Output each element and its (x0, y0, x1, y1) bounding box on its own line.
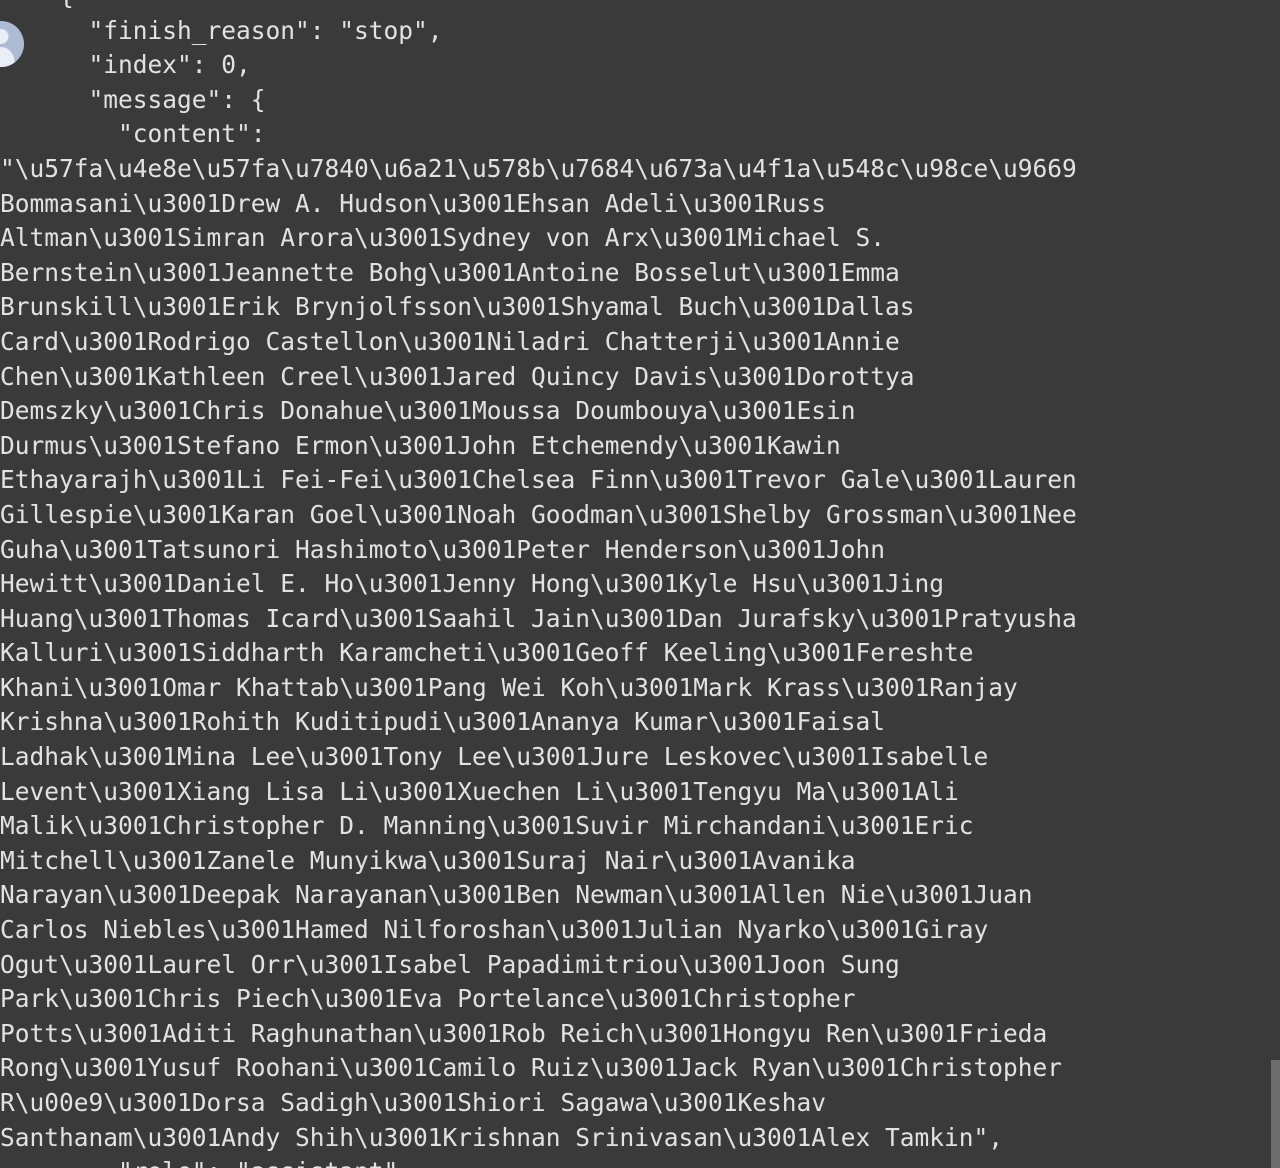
code-line: "index": 0, (0, 50, 251, 80)
code-line: Khani\u3001Omar Khattab\u3001Pang Wei Ko… (0, 672, 1018, 702)
code-line: Krishna\u3001Rohith Kuditipudi\u3001Anan… (0, 707, 886, 737)
code-line: Kalluri\u3001Siddharth Karamcheti\u3001G… (0, 638, 974, 668)
code-line: Park\u3001Chris Piech\u3001Eva Portelanc… (0, 984, 856, 1014)
code-line: Ladhak\u3001Mina Lee\u3001Tony Lee\u3001… (0, 742, 989, 772)
json-output-text: { "finish_reason": "stop", "index": 0, "… (0, 0, 1280, 1168)
code-line: "content": (0, 119, 266, 149)
code-line: Carlos Niebles\u3001Hamed Nilforoshan\u3… (0, 915, 989, 945)
code-line: Guha\u3001Tatsunori Hashimoto\u3001Peter… (0, 534, 886, 564)
code-line: "role": "assistant" (0, 1155, 1280, 1168)
code-line: Narayan\u3001Deepak Narayanan\u3001Ben N… (0, 880, 1033, 910)
code-line: Huang\u3001Thomas Icard\u3001Saahil Jain… (0, 603, 1077, 633)
code-line: Hewitt\u3001Daniel E. Ho\u3001Jenny Hong… (0, 569, 945, 599)
code-line: "finish_reason": "stop", (0, 15, 443, 45)
code-line: R\u00e9\u3001Dorsa Sadigh\u3001Shiori Sa… (0, 1088, 827, 1117)
code-line: Brunskill\u3001Erik Brynjolfsson\u3001Sh… (0, 292, 915, 322)
code-line: "message": { (0, 84, 266, 114)
code-line: Chen\u3001Kathleen Creel\u3001Jared Quin… (0, 361, 915, 391)
code-line: Ethayarajh\u3001Li Fei-Fei\u3001Chelsea … (0, 465, 1077, 495)
avatar-head-icon (0, 29, 9, 44)
code-line: Altman\u3001Simran Arora\u3001Sydney von… (0, 223, 886, 253)
code-line: Ogut\u3001Laurel Orr\u3001Isabel Papadim… (0, 949, 900, 979)
vertical-scrollbar-track[interactable] (1271, 0, 1280, 1168)
code-line: "\u57fa\u4e8e\u57fa\u7840\u6a21\u578b\u7… (0, 153, 1077, 183)
code-line: { (0, 0, 1280, 14)
code-line: Levent\u3001Xiang Lisa Li\u3001Xuechen L… (0, 776, 959, 806)
code-line: Rong\u3001Yusuf Roohani\u3001Camilo Ruiz… (0, 1053, 1063, 1083)
console-viewport: { "finish_reason": "stop", "index": 0, "… (0, 0, 1280, 1168)
code-line: Bommasani\u3001Drew A. Hudson\u3001Ehsan… (0, 188, 827, 218)
code-line: Gillespie\u3001Karan Goel\u3001Noah Good… (0, 499, 1077, 529)
code-line: Demszky\u3001Chris Donahue\u3001Moussa D… (0, 396, 856, 426)
code-line: Bernstein\u3001Jeannette Bohg\u3001Antoi… (0, 257, 900, 287)
avatar-body-icon (0, 47, 15, 67)
code-line: Mitchell\u3001Zanele Munyikwa\u3001Suraj… (0, 845, 856, 875)
code-line: Card\u3001Rodrigo Castellon\u3001Niladri… (0, 326, 900, 356)
code-line: Santhanam\u3001Andy Shih\u3001Krishnan S… (0, 1122, 1004, 1152)
code-line: Malik\u3001Christopher D. Manning\u3001S… (0, 811, 974, 841)
code-line: Potts\u3001Aditi Raghunathan\u3001Rob Re… (0, 1018, 1048, 1048)
code-line: Durmus\u3001Stefano Ermon\u3001John Etch… (0, 430, 841, 460)
vertical-scrollbar-thumb[interactable] (1271, 1060, 1280, 1168)
